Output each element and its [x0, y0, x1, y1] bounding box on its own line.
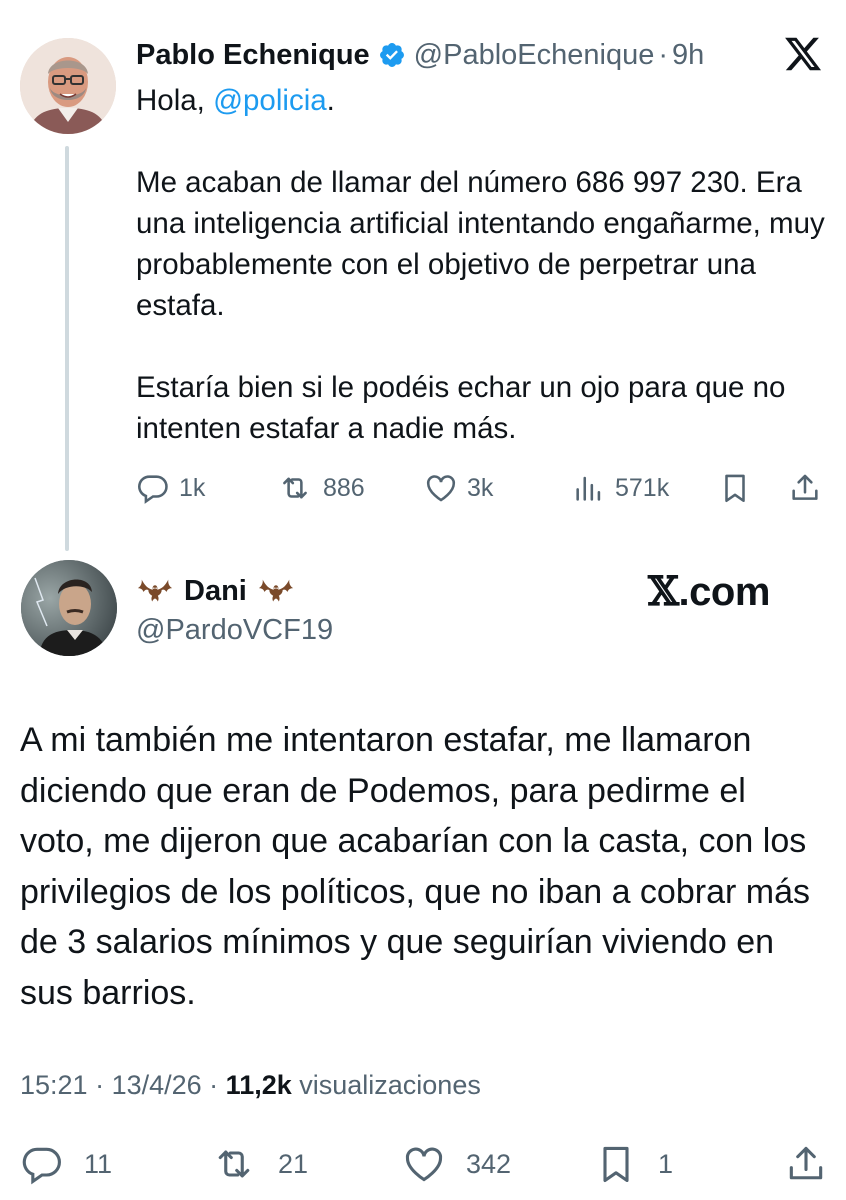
tweet1-header: Pablo Echenique @PabloEchenique · 9h — [136, 36, 704, 74]
bookmark-button[interactable] — [718, 468, 752, 508]
views-count: 571k — [615, 473, 670, 502]
bookmark-icon — [725, 474, 745, 503]
x-watermark-text: .com — [678, 570, 771, 614]
bookmark-count: 1 — [658, 1148, 674, 1179]
tweet2-body: A mi también me intentaron estafar, me l… — [20, 721, 810, 1012]
tweet1-greeting: Hola, @policia. — [136, 80, 836, 121]
like-count: 3k — [467, 473, 494, 502]
reply-count: 11 — [84, 1148, 113, 1179]
reply-count: 1k — [179, 473, 206, 502]
verified-badge-icon — [378, 41, 406, 69]
tweet2-name-row: Dani — [136, 570, 295, 612]
reply-icon — [22, 1147, 61, 1185]
views-total: 11,2k — [225, 1070, 292, 1100]
meta-separator: · — [87, 1070, 112, 1100]
like-button[interactable]: 342 — [402, 1142, 511, 1186]
tweet-time[interactable]: 9h — [672, 39, 704, 72]
retweet-icon — [218, 1150, 250, 1178]
author-handle[interactable]: @PabloEchenique — [414, 39, 655, 72]
tweet2-meta: 15:21 · 13/4/26 · 11,2k visualizaciones — [20, 1070, 481, 1101]
bat-icon — [136, 572, 174, 610]
x-logo-icon — [782, 34, 824, 74]
reply-icon — [138, 475, 168, 504]
meta-separator: · — [201, 1070, 226, 1100]
author-name[interactable]: Pablo Echenique — [136, 39, 370, 72]
bookmark-button[interactable]: 1 — [594, 1142, 673, 1186]
views-icon — [576, 476, 601, 501]
mention-link[interactable]: @policia — [213, 84, 327, 117]
like-count: 342 — [466, 1148, 512, 1179]
thread-connector-line — [65, 146, 69, 551]
tweet2-date[interactable]: 13/4/26 — [112, 1070, 202, 1100]
tweet2-time[interactable]: 15:21 — [20, 1070, 88, 1100]
retweet-icon — [283, 477, 307, 499]
tweet1-body: Hola, @policia. Me acaban de llamar del … — [136, 80, 836, 449]
author-handle-dani[interactable]: @PardoVCF19 — [136, 614, 333, 647]
retweet-button[interactable]: 886 — [276, 468, 365, 508]
share-icon — [789, 1146, 823, 1180]
xcom-watermark: 𝕏.com — [648, 568, 770, 615]
greeting-suffix: . — [326, 84, 335, 117]
tweet1-paragraph-1: Me acaban de llamar del número 686 997 2… — [136, 166, 825, 322]
views-button[interactable]: 571k — [572, 468, 669, 508]
x-watermark-mark: 𝕏 — [648, 568, 679, 615]
retweet-button[interactable]: 21 — [210, 1142, 308, 1186]
author-name-dani[interactable]: Dani — [184, 575, 247, 608]
avatar-dani[interactable] — [21, 560, 117, 656]
retweet-count: 21 — [278, 1148, 309, 1179]
bat-icon — [257, 572, 295, 610]
reply-button[interactable]: 1k — [136, 468, 205, 508]
tweet2-action-bar: 11 21 342 1 — [20, 1142, 830, 1186]
bookmark-icon — [603, 1146, 629, 1183]
share-icon — [792, 474, 818, 500]
like-icon — [405, 1147, 443, 1182]
avatar-pablo[interactable] — [20, 38, 116, 134]
like-button[interactable]: 3k — [424, 468, 493, 508]
share-button[interactable] — [788, 468, 822, 508]
retweet-count: 886 — [323, 473, 365, 502]
like-icon — [426, 475, 456, 502]
views-label: visualizaciones — [291, 1070, 481, 1100]
reply-button[interactable]: 11 — [20, 1142, 112, 1186]
tweet1-paragraph-2: Estaría bien si le podéis echar un ojo p… — [136, 371, 786, 445]
share-button[interactable] — [784, 1142, 828, 1186]
greeting-text: Hola, — [136, 84, 214, 117]
tweet1-action-bar: 1k 886 3k 571k — [136, 468, 826, 508]
separator-dot: · — [658, 38, 669, 71]
